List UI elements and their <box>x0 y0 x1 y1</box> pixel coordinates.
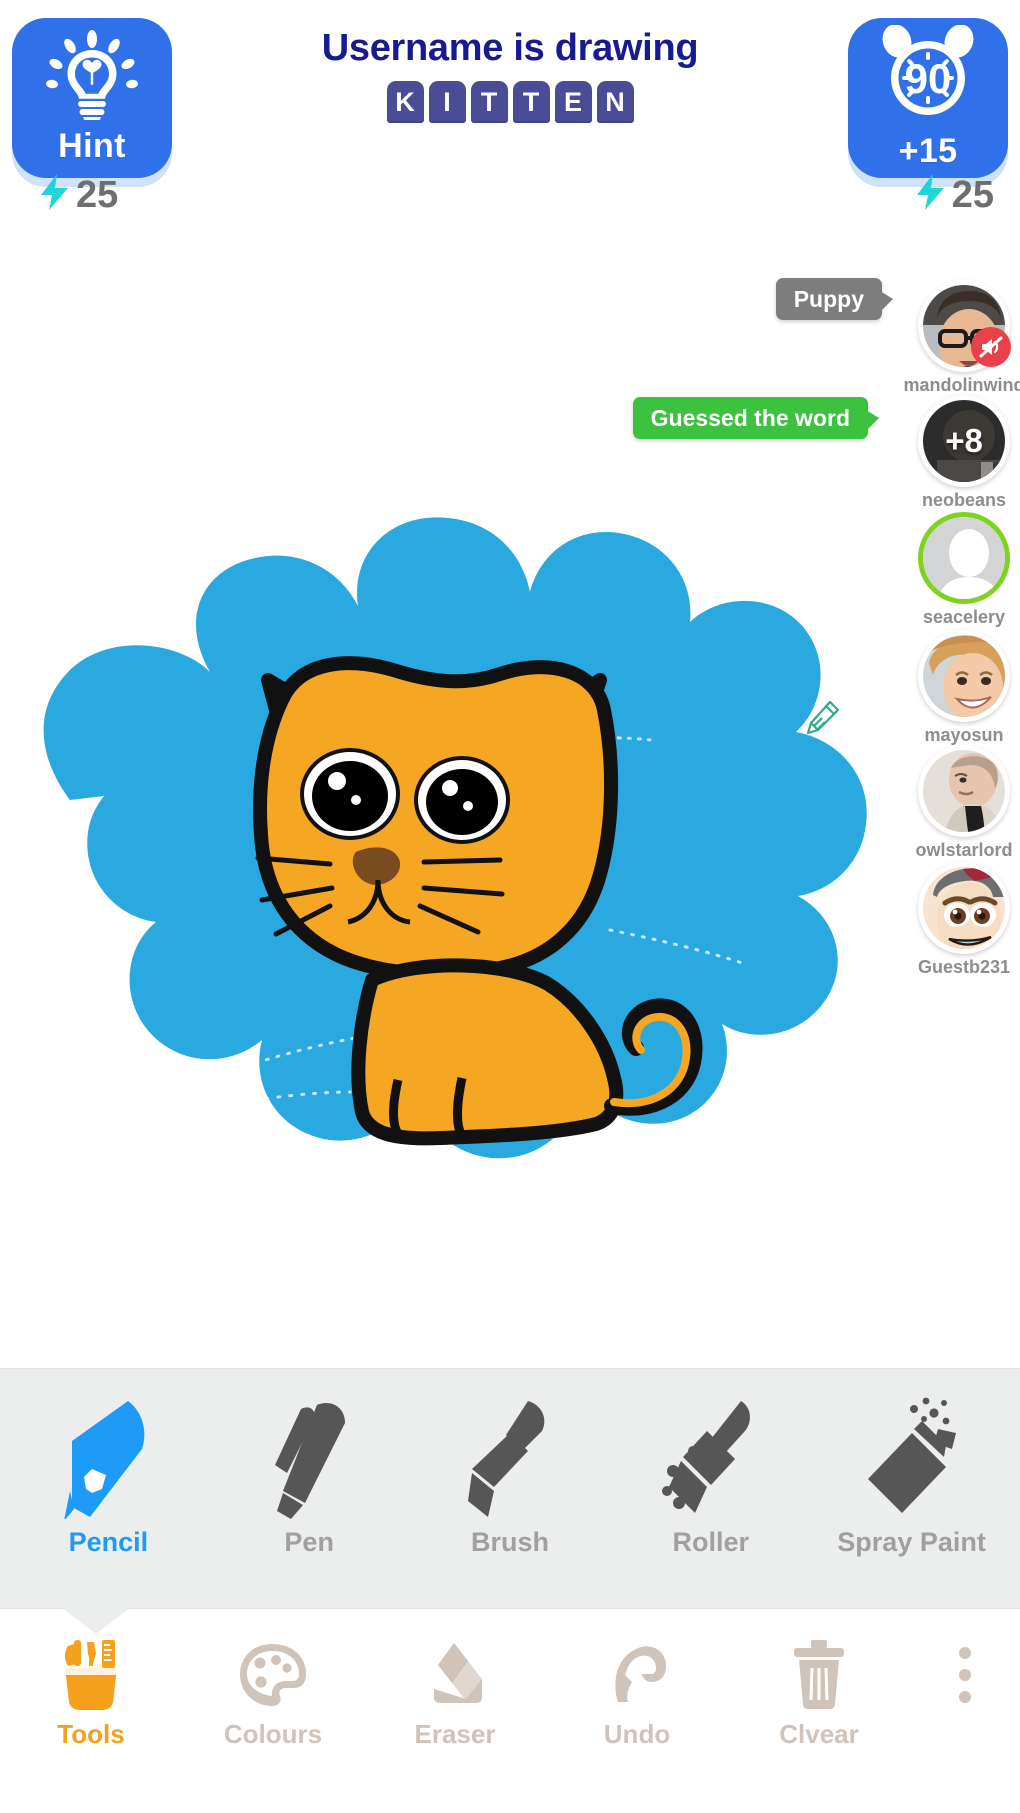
tool-roller-label: Roller <box>672 1527 750 1557</box>
title-block: Username is drawing K I T T E N <box>200 0 820 123</box>
tool-pen-label: Pen <box>284 1527 334 1557</box>
nav-undo-label: Undo <box>603 1719 671 1749</box>
nav-undo[interactable]: Undo <box>546 1637 728 1750</box>
avatar[interactable] <box>918 280 1011 372</box>
pencil-icon <box>56 1395 160 1519</box>
tool-brush-label: Brush <box>470 1527 549 1557</box>
bottom-nav: Tools Colours Eraser Undo Clvear <box>0 1608 1020 1813</box>
three-dots-vertical-icon <box>958 1637 972 1713</box>
avatar[interactable] <box>918 512 1010 604</box>
eraser-icon <box>424 1637 486 1713</box>
nav-tools[interactable]: Tools <box>0 1637 182 1750</box>
lightbulb-icon <box>44 30 140 125</box>
game-screen: Hint 25 Username is drawing K I T T E N … <box>0 0 1020 1813</box>
player-name: owlstarlord <box>915 840 1013 860</box>
hint-energy-value: 25 <box>76 173 119 216</box>
lightning-bolt-icon <box>38 172 72 217</box>
timer-button[interactable]: 90 +15 <box>848 18 1008 178</box>
nav-colours-label: Colours <box>223 1719 323 1749</box>
avatar-photo <box>923 867 1005 949</box>
word-tile: T <box>470 81 508 123</box>
bottom-nav-row: Tools Colours Eraser Undo Clvear <box>0 1609 1020 1813</box>
nav-tools-label: Tools <box>57 1719 125 1749</box>
avatar[interactable] <box>918 630 1010 722</box>
brush-icon <box>458 1395 562 1519</box>
nav-eraser[interactable]: Eraser <box>364 1637 546 1750</box>
player-name: mandolinwind <box>903 375 1020 395</box>
pen-icon <box>257 1395 361 1519</box>
tools-cup-icon <box>58 1637 124 1713</box>
player-owlstarlord[interactable]: owlstarlord <box>915 745 1013 861</box>
hint-button-label: Hint <box>58 127 126 165</box>
nav-clear-label: Clvear <box>779 1719 859 1749</box>
player-mayosun[interactable]: mayosun <box>916 630 1012 746</box>
tool-brush[interactable]: Brush <box>410 1385 611 1608</box>
word-tile: N <box>596 81 634 123</box>
lightning-bolt-icon <box>914 172 948 217</box>
avatar[interactable] <box>918 745 1010 837</box>
tool-roller[interactable]: Roller <box>610 1385 811 1608</box>
player-mandolinwind[interactable]: mandolinwind <box>904 280 1020 396</box>
player-neobeans[interactable]: +8 neobeans <box>916 395 1012 511</box>
chat-bubble-guess: Puppy <box>775 278 894 320</box>
tool-spray-paint[interactable]: Spray Paint <box>811 1385 1012 1608</box>
timer-seconds-text: 90 <box>905 55 952 102</box>
tool-pen[interactable]: Pen <box>209 1385 410 1608</box>
avatar-photo <box>923 517 1005 599</box>
timer-energy-value: 25 <box>951 173 994 216</box>
nav-eraser-label: Eraser <box>414 1719 496 1749</box>
tool-pencil-label: Pencil <box>68 1527 149 1557</box>
chat-bubble-correct: Guessed the word <box>632 397 880 439</box>
avatar[interactable]: +8 <box>918 395 1010 487</box>
word-tile: T <box>512 81 550 123</box>
hint-energy-cost: 25 <box>38 172 118 217</box>
nav-colours[interactable]: Colours <box>182 1637 364 1750</box>
timer-button-label: +15 <box>898 132 958 170</box>
tools-row: Pencil Pen Brush Roller Spray Paint <box>0 1369 1020 1608</box>
hint-button[interactable]: Hint <box>12 18 172 178</box>
page-title: Username is drawing <box>321 27 699 69</box>
muted-speaker-icon[interactable] <box>971 327 1011 367</box>
word-tile: E <box>554 81 592 123</box>
word-tile: K <box>386 81 424 123</box>
pencil-outline-icon <box>802 698 842 738</box>
tool-pencil[interactable]: Pencil <box>8 1385 209 1608</box>
nav-clear[interactable]: Clvear <box>728 1637 910 1750</box>
avatar-photo <box>923 635 1005 717</box>
player-name: neobeans <box>921 490 1007 510</box>
active-tab-notch <box>62 1608 130 1634</box>
avatar[interactable] <box>918 862 1010 954</box>
word-tile: I <box>428 81 466 123</box>
undo-arrow-icon <box>606 1637 668 1713</box>
player-seacelery[interactable]: seacelery <box>916 512 1012 628</box>
spray-can-icon <box>860 1395 964 1519</box>
player-list: Puppy Guessed the word mandolinwind +8 n… <box>632 240 1020 1368</box>
more-menu-button[interactable] <box>910 1637 1020 1713</box>
chat-bubble-guess-text: Puppy <box>793 285 864 312</box>
player-name: Guestb231 <box>917 957 1011 977</box>
chat-bubble-correct-text: Guessed the word <box>650 404 850 431</box>
tool-spray-label: Spray Paint <box>837 1527 986 1557</box>
avatar-photo <box>923 750 1005 832</box>
timer-energy-cost: 25 <box>914 172 994 217</box>
player-score: +8 <box>945 422 983 459</box>
alarm-clock-icon: 90 <box>876 24 980 130</box>
player-guestb231[interactable]: Guestb231 <box>916 862 1012 978</box>
tools-panel: Pencil Pen Brush Roller Spray Paint <box>0 1368 1020 1608</box>
paint-roller-icon <box>659 1395 763 1519</box>
trash-can-icon <box>790 1637 848 1713</box>
word-tiles: K I T T E N <box>200 81 820 123</box>
player-name: mayosun <box>924 725 1004 745</box>
palette-icon <box>238 1637 308 1713</box>
header: Hint 25 Username is drawing K I T T E N … <box>0 0 1020 240</box>
player-name: seacelery <box>922 607 1006 627</box>
